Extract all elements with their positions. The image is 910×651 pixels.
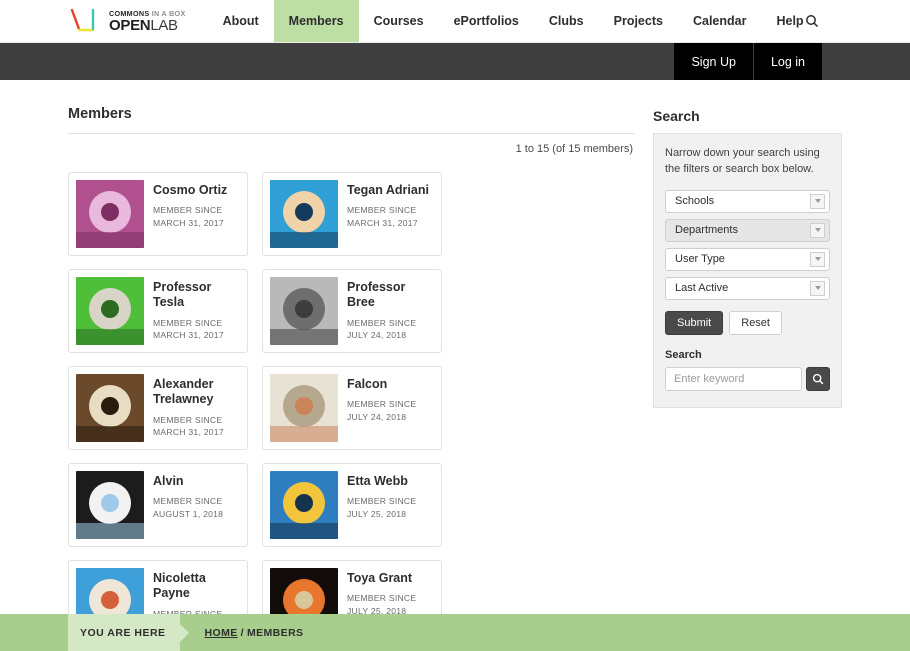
member-since: Member since July 24, 2018	[347, 399, 417, 422]
member-card[interactable]: Tegan Adriani Member since March 31, 2017	[262, 172, 442, 256]
search-icon	[812, 373, 824, 385]
member-name[interactable]: Tegan Adriani	[347, 183, 434, 198]
search-field-label: Search	[665, 348, 702, 361]
account-bar: Sign Up Log in	[0, 43, 910, 80]
nav-item-list: About Members Courses ePortfolios Clubs …	[208, 0, 819, 42]
nav-item-courses[interactable]: Courses	[359, 0, 439, 42]
member-name[interactable]: Alexander Trelawney	[153, 377, 240, 408]
members-directory: Members 1 to 15 (of 15 members) Cosmo Or…	[68, 80, 635, 644]
member-name[interactable]: Alvin	[153, 474, 240, 489]
member-card-grid: Cosmo Ortiz Member since March 31, 2017 Te…	[68, 172, 635, 651]
member-since: Member since August 1, 2018	[153, 496, 224, 519]
member-card[interactable]: Cosmo Ortiz Member since March 31, 2017	[68, 172, 248, 256]
breadcrumb-home-link[interactable]: HOME	[205, 627, 238, 639]
you-are-here-label: YOU ARE HERE	[68, 614, 180, 651]
member-name[interactable]: Etta Webb	[347, 474, 434, 489]
member-name[interactable]: Professor Bree	[347, 280, 434, 311]
avatar[interactable]	[270, 471, 338, 539]
submit-button[interactable]: Submit	[665, 310, 724, 335]
page-title: Members	[68, 106, 635, 134]
avatar[interactable]	[76, 374, 144, 442]
member-name[interactable]: Toya Grant	[347, 571, 434, 586]
search-filter-panel: Narrow down your search using the filter…	[653, 134, 842, 408]
filter-actions: Submit Reset	[665, 310, 830, 335]
member-card-body: Etta Webb Member since July 25, 2018	[347, 471, 434, 539]
member-since: Member since March 31, 2017	[153, 414, 224, 437]
member-card[interactable]: Professor Bree Member since July 24, 2018	[262, 269, 442, 353]
nav-item-members[interactable]: Members	[273, 0, 359, 42]
openlab-logo-mark	[70, 8, 95, 32]
filter-select-user-type[interactable]: User Type	[665, 247, 830, 271]
member-name[interactable]: Falcon	[347, 377, 434, 392]
chevron-down-icon	[810, 251, 825, 267]
breadcrumb-current: MEMBERS	[246, 626, 304, 639]
member-since: Member since March 31, 2017	[153, 205, 224, 228]
chevron-down-icon	[810, 280, 825, 296]
chevron-down-icon	[810, 222, 825, 238]
avatar[interactable]	[76, 277, 144, 345]
logo-name: OPENLAB	[109, 17, 178, 35]
member-name[interactable]: Cosmo Ortiz	[153, 183, 240, 198]
avatar[interactable]	[270, 277, 338, 345]
results-count: 1 to 15 (of 15 members)	[515, 143, 633, 155]
log-in-button[interactable]: Log in	[753, 43, 822, 80]
breadcrumb-separator: /	[240, 626, 244, 639]
avatar[interactable]	[270, 374, 338, 442]
member-card-body: Cosmo Ortiz Member since March 31, 2017	[153, 180, 240, 248]
member-card-body: Alexander Trelawney Member since March 31…	[153, 374, 240, 442]
member-card[interactable]: Alexander Trelawney Member since March 31…	[68, 366, 248, 450]
logo-wordmark: COMMONS IN A BOX OPENLAB	[109, 9, 186, 33]
member-card-body: Professor Bree Member since July 24, 2018	[347, 277, 434, 345]
search-icon[interactable]	[802, 11, 822, 31]
filter-select-schools-label: Schools	[675, 195, 715, 208]
nav-item-about[interactable]: About	[208, 0, 274, 42]
nav-item-projects[interactable]: Projects	[599, 0, 678, 42]
member-card-body: Alvin Member since August 1, 2018	[153, 471, 240, 539]
reset-button[interactable]: Reset	[729, 310, 782, 335]
filter-select-schools[interactable]: Schools	[665, 189, 830, 213]
member-since: Member since March 31, 2017	[153, 317, 224, 340]
member-card[interactable]: Etta Webb Member since July 25, 2018	[262, 463, 442, 547]
search-input[interactable]	[665, 366, 802, 391]
member-card-body: Tegan Adriani Member since March 31, 2017	[347, 180, 434, 248]
member-card[interactable]: Alvin Member since August 1, 2018	[68, 463, 248, 547]
member-name[interactable]: Nicoletta Payne	[153, 571, 240, 602]
member-since: Member since March 31, 2017	[347, 205, 418, 228]
site-logo[interactable]: COMMONS IN A BOX OPENLAB	[68, 0, 208, 42]
search-sidebar: Search Narrow down your search using the…	[653, 80, 842, 611]
sidebar-description: Narrow down your search using the filter…	[665, 147, 820, 175]
member-card[interactable]: Falcon Member since July 24, 2018	[262, 366, 442, 450]
avatar[interactable]	[270, 180, 338, 248]
page-content: Members 1 to 15 (of 15 members) Cosmo Or…	[0, 80, 910, 644]
primary-navigation-bar: COMMONS IN A BOX OPENLAB About Members C…	[0, 0, 910, 43]
member-since: Member since July 25, 2018	[347, 496, 417, 519]
logo-tagline: COMMONS IN A BOX	[109, 8, 186, 18]
filter-select-last-active-label: Last Active	[675, 282, 729, 295]
search-submit-button[interactable]	[806, 366, 830, 391]
member-card-body: Professor Tesla Member since March 31, 20…	[153, 277, 240, 345]
sidebar-title: Search	[653, 108, 842, 134]
member-card-body: Falcon Member since July 24, 2018	[347, 374, 434, 442]
filter-select-departments[interactable]: Departments	[665, 218, 830, 242]
filter-select-last-active[interactable]: Last Active	[665, 276, 830, 300]
nav-item-clubs[interactable]: Clubs	[534, 0, 599, 42]
filter-select-departments-label: Departments	[675, 224, 738, 237]
nav-item-calendar[interactable]: Calendar	[678, 0, 762, 42]
sign-up-button[interactable]: Sign Up	[674, 43, 754, 80]
avatar[interactable]	[76, 471, 144, 539]
nav-item-eportfolios[interactable]: ePortfolios	[439, 0, 534, 42]
search-field-row	[665, 366, 830, 391]
filter-select-user-type-label: User Type	[675, 253, 725, 266]
breadcrumb-footer: YOU ARE HERE HOME / MEMBERS	[0, 614, 910, 651]
chevron-down-icon	[810, 193, 825, 209]
member-card[interactable]: Professor Tesla Member since March 31, 20…	[68, 269, 248, 353]
member-name[interactable]: Professor Tesla	[153, 280, 240, 311]
breadcrumb: HOME / MEMBERS	[180, 614, 304, 651]
member-since: Member since July 24, 2018	[347, 317, 417, 340]
avatar[interactable]	[76, 180, 144, 248]
